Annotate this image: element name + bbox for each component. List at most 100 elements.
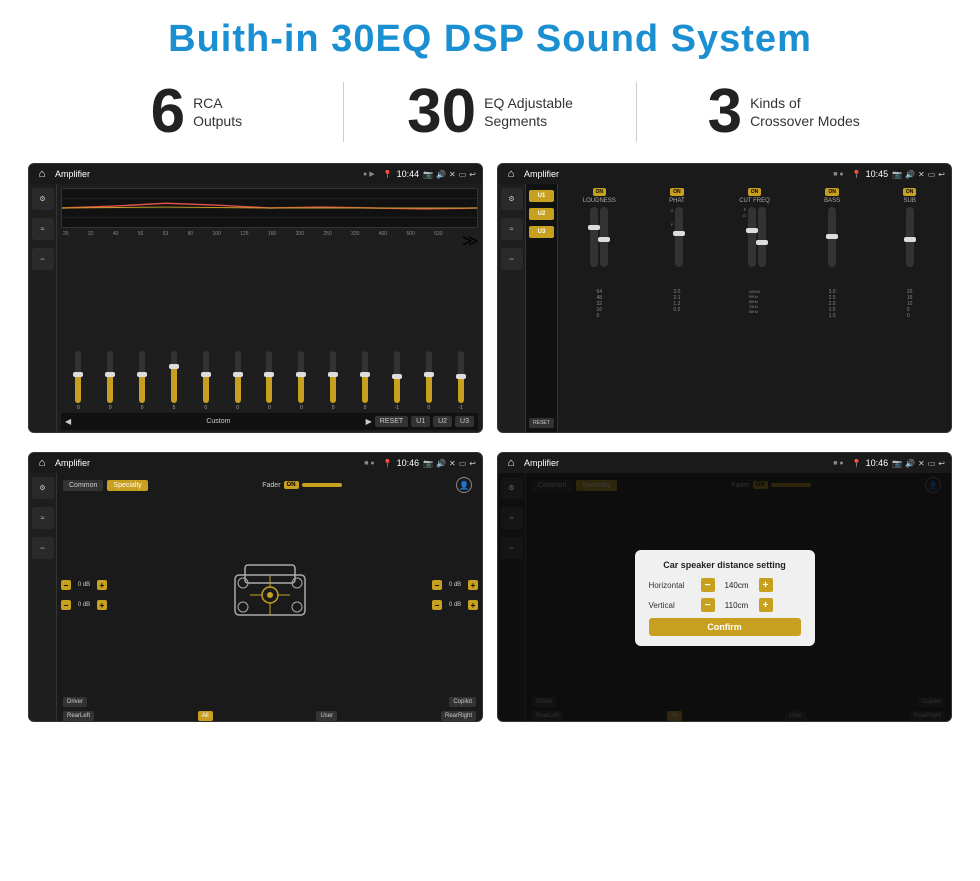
u3-btn-1[interactable]: U3 [455,416,474,427]
eq-slider-5[interactable]: 0 [222,351,253,411]
dialog-box: Car speaker distance setting Horizontal … [635,550,815,646]
eq-slider-9[interactable]: 0 [350,351,381,411]
tab-row-3: Common Specialty Fader ON 👤 [57,473,482,495]
eq-slider-6[interactable]: 0 [254,351,285,411]
screen-amp: ⌂ Amplifier ■ ● 📍 10:45 📷 🔊 ✕ ▭ ↩ ⚙ ≈ [497,163,952,433]
eq-slider-11[interactable]: 0 [413,351,444,411]
u2-btn[interactable]: U2 [529,208,554,220]
eq-side-btn-1[interactable]: ⚙ [32,188,54,210]
back-icon-1[interactable]: ↩ [469,170,476,179]
back-icon-4[interactable]: ↩ [938,459,945,468]
x-icon-2[interactable]: ✕ [918,170,925,179]
bass-slider[interactable] [828,207,836,267]
eq-slider-1[interactable]: 0 [95,351,126,411]
db-minus-2[interactable]: − [61,600,71,610]
eq-slider-12[interactable]: -1 [445,351,476,411]
vertical-plus[interactable]: + [759,598,773,612]
db-minus-3[interactable]: − [432,580,442,590]
eq-side-btn-2a[interactable]: ⚙ [501,188,523,210]
phat-g-label: GF [670,207,673,287]
reset-btn-2[interactable]: RESET [529,418,554,428]
tab-common-3[interactable]: Common [63,480,103,491]
back-icon-3[interactable]: ↩ [469,459,476,468]
driver-btn-3[interactable]: Driver [63,697,87,707]
tab-specialty-3[interactable]: Specialty [107,480,147,491]
db-plus-3[interactable]: + [468,580,478,590]
window-icon-2: ▭ [928,170,936,179]
eq-slider-0[interactable]: 0 [63,351,94,411]
app-title-1: Amplifier [55,169,359,179]
sub-on[interactable]: ON [903,188,917,196]
person-icon[interactable]: 👤 [456,477,472,493]
all-btn-3[interactable]: All [198,711,213,721]
sub-slider[interactable] [906,207,914,267]
fader-on-badge[interactable]: ON [284,481,299,489]
time-3: 10:46 [397,458,420,468]
eq-main: 25 32 40 50 63 80 100 125 160 200 250 32… [57,184,482,433]
page-container: Buith-in 30EQ DSP Sound System 6 RCA Out… [0,0,980,881]
vertical-minus[interactable]: − [701,598,715,612]
loudness-slider-1[interactable] [590,207,598,267]
loudness-slider-2[interactable] [600,207,608,267]
eq-slider-10[interactable]: -1 [381,351,412,411]
eq-side-btn-2[interactable]: ≈ [32,218,54,240]
s3-btn-1[interactable]: ⚙ [32,477,54,499]
eq-slider-7[interactable]: 0 [286,351,317,411]
loudness-on[interactable]: ON [593,188,607,196]
horizontal-minus[interactable]: − [701,578,715,592]
bass-on[interactable]: ON [825,188,839,196]
time-1: 10:44 [397,169,420,179]
eq-slider-4[interactable]: 0 [190,351,221,411]
u3-btn[interactable]: U3 [529,226,554,238]
db-plus-2[interactable]: + [97,600,107,610]
phat-slider[interactable] [675,207,683,267]
cutfreq-slider-1[interactable] [748,207,756,267]
cutfreq-on[interactable]: ON [748,188,762,196]
eq-slider-2[interactable]: 0 [127,351,158,411]
eq-arrows[interactable]: ≫ [462,231,476,251]
eq-side-btn-2b[interactable]: ≈ [501,218,523,240]
db-plus-4[interactable]: + [468,600,478,610]
home-icon-3[interactable]: ⌂ [35,456,49,470]
home-icon[interactable]: ⌂ [35,167,49,181]
next-btn[interactable]: ▶ [366,417,372,426]
s3-btn-3[interactable]: ⇔ [32,537,54,559]
bass-scale: 3.02.52.01.51.0 [829,289,836,319]
stat-crossover-text: Kinds of Crossover Modes [750,94,860,130]
cutfreq-col: ON CUT FREQ FG 100Hz90Hz80Hz70Hz60Hz [717,188,792,430]
eq-slider-8[interactable]: 0 [318,351,349,411]
speaker-icon-3: 🔊 [436,459,446,468]
s3-btn-2[interactable]: ≈ [32,507,54,529]
confirm-button[interactable]: Confirm [649,618,801,636]
u1-btn[interactable]: U1 [529,190,554,202]
spacer-3 [238,697,298,707]
eq-side-btn-2c[interactable]: ⇔ [501,248,523,270]
cutfreq-slider-2[interactable] [758,207,766,267]
copilot-btn-3[interactable]: Copilot [449,697,476,707]
rearright-btn-3[interactable]: RearRight [441,711,476,721]
home-icon-4[interactable]: ⌂ [504,456,518,470]
u2-btn-1[interactable]: U2 [433,416,452,427]
x-icon-3[interactable]: ✕ [449,459,456,468]
reset-btn-1[interactable]: RESET [375,416,408,427]
db-plus-1[interactable]: + [97,580,107,590]
back-icon-2[interactable]: ↩ [938,170,945,179]
db-minus-4[interactable]: − [432,600,442,610]
horizontal-plus[interactable]: + [759,578,773,592]
prev-btn[interactable]: ◀ [65,417,71,426]
status-bar-2: ⌂ Amplifier ■ ● 📍 10:45 📷 🔊 ✕ ▭ ↩ [498,164,951,184]
eq-slider-3[interactable]: 5 [159,351,190,411]
screenshots-grid: ⌂ Amplifier ● ▶ 📍 10:44 📷 🔊 ✕ ▭ ↩ ⚙ ≈ [0,157,980,737]
app-title-2: Amplifier [524,169,829,179]
home-icon-2[interactable]: ⌂ [504,167,518,181]
u1-btn-1[interactable]: U1 [411,416,430,427]
x-icon-4[interactable]: ✕ [918,459,925,468]
phat-on[interactable]: ON [670,188,684,196]
fader-slider[interactable] [302,483,342,487]
user-btn-3[interactable]: User [316,711,337,721]
rearleft-btn-3[interactable]: RearLeft [63,711,94,721]
eq-side-btn-3[interactable]: ⇔ [32,248,54,270]
db-minus-1[interactable]: − [61,580,71,590]
x-icon-1[interactable]: ✕ [449,170,456,179]
db-row-4: − 0 dB + [432,600,478,610]
